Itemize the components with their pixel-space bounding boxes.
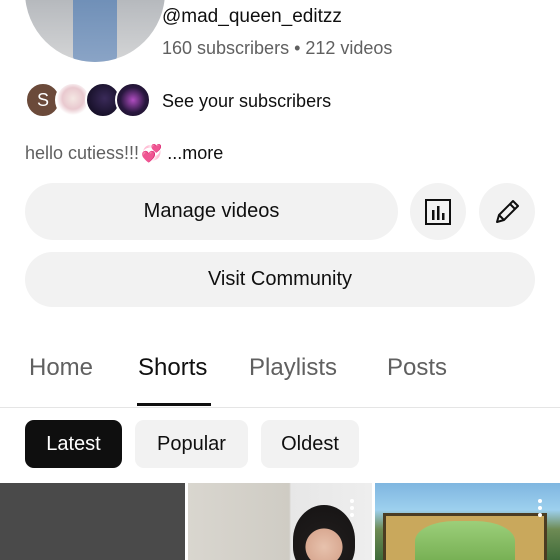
- active-tab-indicator: [137, 403, 211, 406]
- short-thumbnail[interactable]: [375, 483, 560, 560]
- tab-home[interactable]: Home: [29, 354, 93, 382]
- heart-emoji-icon: 💞: [141, 144, 163, 163]
- channel-avatar[interactable]: [25, 0, 165, 62]
- visit-community-label: Visit Community: [207, 268, 353, 290]
- visit-community-button[interactable]: Visit Community: [25, 252, 535, 307]
- more-options-icon[interactable]: [538, 499, 542, 517]
- bar-chart-icon: [425, 198, 451, 225]
- chip-label: Oldest: [281, 432, 339, 455]
- pencil-icon: [496, 199, 519, 223]
- thumbnail-character: [415, 521, 515, 560]
- subscriber-initial: S: [36, 89, 49, 110]
- more-options-icon[interactable]: [350, 499, 354, 517]
- tab-shorts[interactable]: Shorts: [138, 354, 207, 382]
- thumbnail-image: [293, 505, 355, 560]
- tab-playlists[interactable]: Playlists: [249, 354, 337, 382]
- tab-posts[interactable]: Posts: [387, 354, 447, 382]
- subscriber-avatars[interactable]: S: [25, 82, 153, 120]
- edit-channel-button[interactable]: [479, 183, 535, 240]
- channel-handle: @mad_queen_editzz: [162, 6, 342, 27]
- analytics-button[interactable]: [410, 183, 466, 240]
- see-subscribers-link[interactable]: See your subscribers: [162, 91, 331, 112]
- filter-chip-latest[interactable]: Latest: [25, 420, 122, 468]
- short-thumbnail[interactable]: [0, 483, 185, 560]
- channel-tabs: Home Shorts Playlists Posts: [0, 340, 560, 408]
- short-thumbnail[interactable]: [188, 483, 372, 560]
- subscriber-avatar: [115, 82, 151, 118]
- chip-label: Popular: [157, 432, 226, 455]
- filter-chip-oldest[interactable]: Oldest: [261, 420, 359, 468]
- bio-more-link[interactable]: ...more: [167, 143, 223, 163]
- chip-label: Latest: [46, 432, 101, 455]
- bio-text: hello cutiess!!!: [25, 143, 140, 163]
- filter-chip-popular[interactable]: Popular: [135, 420, 248, 468]
- manage-videos-button[interactable]: Manage videos: [25, 183, 398, 240]
- manage-videos-label: Manage videos: [143, 200, 280, 222]
- channel-bio[interactable]: hello cutiess!!! 💞 ...more: [25, 143, 223, 164]
- avatar-photo: [73, 0, 117, 62]
- channel-stats: 160 subscribers • 212 videos: [162, 38, 393, 58]
